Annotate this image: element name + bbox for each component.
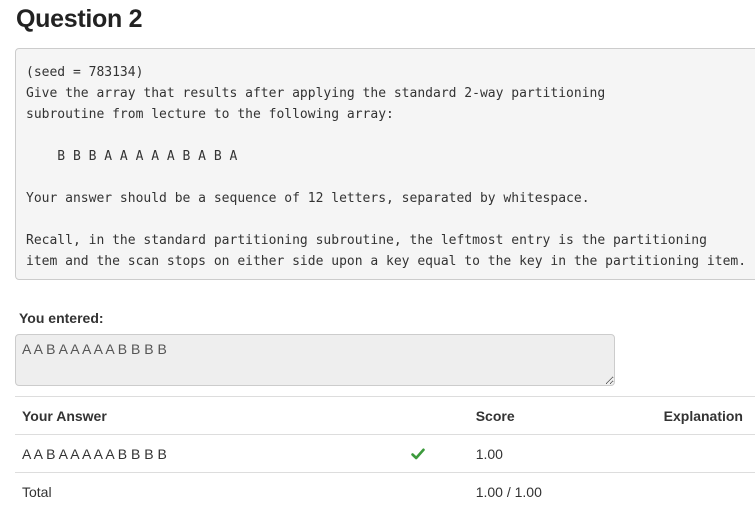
total-row: Total 1.00 / 1.00 xyxy=(15,472,755,511)
header-score: Score xyxy=(468,396,657,435)
prompt-line: Your answer should be a sequence of 12 l… xyxy=(26,191,590,206)
total-explanation-cell xyxy=(656,472,755,511)
prompt-line: (seed = 783134) xyxy=(26,65,144,80)
total-label: Total xyxy=(15,472,403,511)
total-status-cell xyxy=(402,472,469,511)
question-prompt: (seed = 783134) Give the array that resu… xyxy=(15,48,755,280)
results-table: Your Answer Score Explanation A A B A A … xyxy=(15,396,755,511)
prompt-line: Give the array that results after applyi… xyxy=(26,86,606,101)
question-title: Question 2 xyxy=(16,5,143,33)
submitted-answer-field[interactable]: A A B A A A A A B B B B xyxy=(15,334,615,386)
prompt-line: subroutine from lecture to the following… xyxy=(26,107,394,122)
prompt-line: Recall, in the standard partitioning sub… xyxy=(26,233,707,248)
prompt-array: B B B A A A A A B A B A xyxy=(26,149,238,164)
check-icon xyxy=(410,446,426,462)
header-explanation: Explanation xyxy=(656,396,755,435)
you-entered-label: You entered: xyxy=(19,310,104,326)
score-cell: 1.00 xyxy=(468,434,657,473)
header-your-answer: Your Answer xyxy=(15,396,403,435)
header-status xyxy=(402,396,469,435)
status-cell xyxy=(402,434,469,473)
total-score: 1.00 / 1.00 xyxy=(468,472,657,511)
results-header-row: Your Answer Score Explanation xyxy=(15,396,755,435)
answer-cell: A A B A A A A A B B B B xyxy=(15,434,403,473)
answer-row: A A B A A A A A B B B B 1.00 xyxy=(15,434,755,473)
explanation-cell xyxy=(656,434,755,473)
prompt-line: item and the scan stops on either side u… xyxy=(26,254,747,269)
